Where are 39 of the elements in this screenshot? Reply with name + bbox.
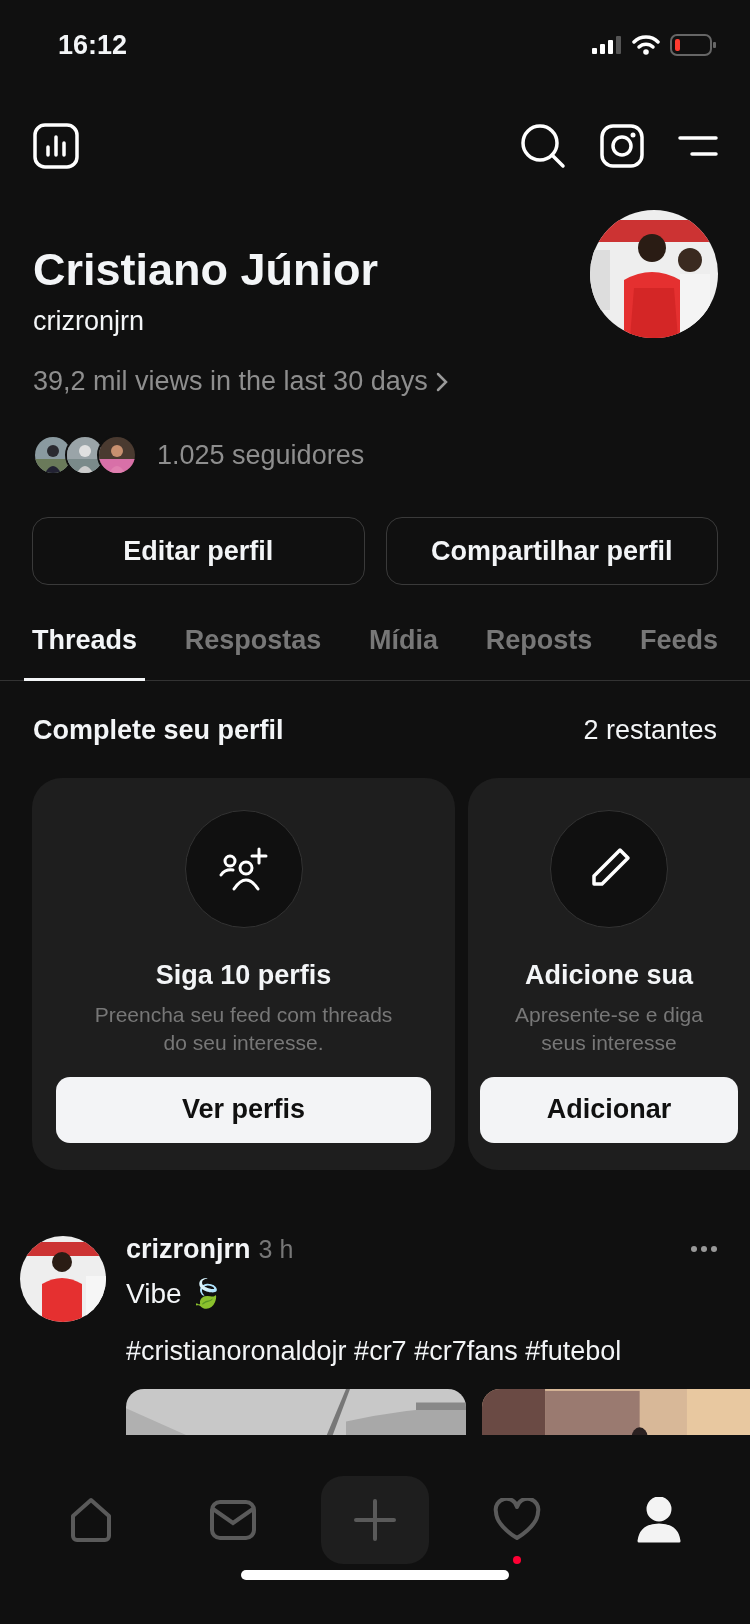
- views-link[interactable]: 39,2 mil views in the last 30 days: [0, 366, 750, 397]
- compose-tab[interactable]: [321, 1476, 429, 1564]
- status-time: 16:12: [58, 29, 128, 61]
- section-title: Complete seu perfil: [33, 714, 284, 746]
- add-people-icon: [218, 846, 269, 891]
- card-description: Preencha seu feed com threads do seu interesse.: [94, 1001, 393, 1056]
- menu-icon[interactable]: [678, 135, 718, 157]
- card-title: Siga 10 perfis: [155, 959, 332, 991]
- card-title: Adicione sua: [524, 959, 693, 991]
- battery-icon: [670, 34, 716, 56]
- chevron-icon: [435, 371, 448, 392]
- followers-count[interactable]: 1.025 seguidores: [157, 439, 365, 471]
- search-icon[interactable]: [520, 123, 566, 169]
- signal-icon: [592, 36, 622, 54]
- tab[interactable]: Reposts: [477, 605, 601, 681]
- tab[interactable]: Feeds: [631, 605, 726, 681]
- card-button[interactable]: Adicionar: [480, 1076, 738, 1143]
- post-time: 3 h: [258, 1234, 294, 1264]
- tab[interactable]: Mídia: [361, 605, 446, 681]
- heart-icon: [493, 1498, 541, 1542]
- tab[interactable]: Respostas: [176, 605, 330, 681]
- insights-icon[interactable]: [33, 123, 79, 169]
- camera-icon[interactable]: [600, 124, 644, 168]
- profile-button[interactable]: Editar perfil: [32, 517, 365, 585]
- person-icon: [637, 1497, 681, 1543]
- post-hashtags: #cristianoronaldojr #cr7 #cr7fans #futebol: [126, 1335, 623, 1367]
- post-text: Vibe 🍃: [126, 1276, 226, 1310]
- remaining-count: 2 restantes: [583, 714, 717, 746]
- profile-button[interactable]: Compartilhar perfil: [385, 517, 718, 585]
- mail-icon: [209, 1499, 257, 1541]
- more-icon[interactable]: [690, 1245, 718, 1253]
- tab[interactable]: Threads: [24, 605, 146, 681]
- profile-name: Cristiano Júnior: [33, 244, 379, 296]
- card-button[interactable]: Ver perfis: [56, 1076, 431, 1143]
- plus-icon: [354, 1499, 396, 1541]
- profile-handle: crizronjrn: [33, 306, 146, 337]
- wifi-icon: [632, 35, 660, 55]
- card-description: Apresente-se e diga seus interesse: [515, 1001, 703, 1056]
- post-author[interactable]: crizronjrn: [126, 1233, 251, 1265]
